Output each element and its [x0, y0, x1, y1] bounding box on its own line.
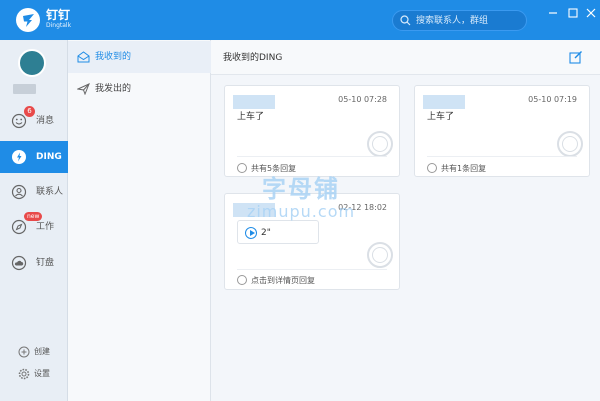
watermark-en: zimupu.com [246, 202, 356, 221]
sender-redacted [423, 95, 465, 109]
nav-label-drive: 钉盘 [36, 258, 55, 268]
search-placeholder: 搜索联系人，群组 [416, 16, 489, 26]
dingtalk-logo-icon [16, 8, 40, 32]
main-header: 我收到的DING [211, 40, 600, 75]
card-time: 05-10 07:28 [338, 95, 387, 104]
app-subtitle: Dingtalk [46, 22, 72, 29]
settings-label: 设置 [34, 369, 50, 378]
contacts-icon [11, 184, 27, 200]
nav-label-work: 工作 [36, 222, 55, 232]
play-icon[interactable] [245, 227, 257, 239]
minimize-icon[interactable] [546, 7, 560, 19]
send-icon [77, 83, 90, 95]
create-button[interactable]: 创建 [18, 345, 66, 359]
card-divider [427, 156, 577, 157]
messages-badge: 6 [24, 106, 35, 117]
maximize-icon[interactable] [566, 7, 580, 19]
card-time: 05-10 07:19 [528, 95, 577, 104]
search-input[interactable]: 搜索联系人，群组 [392, 10, 527, 31]
compose-icon[interactable] [569, 50, 583, 64]
ding-card[interactable]: 05-10 07:28 上车了 共有5条回复 [224, 85, 400, 177]
avatar[interactable] [18, 49, 46, 77]
nav-item-work[interactable]: new 工作 [0, 211, 68, 243]
ding-icon [12, 150, 26, 164]
search-icon [400, 15, 411, 26]
voice-message[interactable]: 2" [237, 220, 319, 244]
app-name: 钉钉 [46, 8, 71, 22]
reply-count[interactable]: 共有1条回复 [441, 163, 486, 174]
read-stamp-icon [367, 131, 393, 157]
inbox-icon [77, 51, 90, 63]
reply-count[interactable]: 共有5条回复 [251, 163, 296, 174]
smile-icon [11, 113, 27, 129]
nav-item-drive[interactable]: 钉盘 [0, 247, 68, 279]
reply-icon [237, 275, 247, 285]
sub-label-received: 我收到的 [95, 52, 132, 62]
ding-card[interactable]: 05-10 07:19 上车了 共有1条回复 [414, 85, 590, 177]
plus-circle-icon [18, 346, 30, 358]
sub-item-sent[interactable]: 我发出的 [68, 73, 211, 105]
cloud-icon [11, 255, 27, 271]
card-content: 上车了 [427, 112, 455, 122]
reply-icon [427, 163, 437, 173]
nav-item-messages[interactable]: 6 消息 [0, 105, 68, 137]
close-icon[interactable] [584, 7, 598, 19]
settings-button[interactable]: 设置 [18, 367, 66, 381]
voice-duration: 2" [261, 228, 271, 238]
reply-icon [237, 163, 247, 173]
watermark-cn: 字母铺 [262, 175, 340, 203]
nav-label-messages: 消息 [36, 116, 55, 126]
nav-label-contacts: 联系人 [36, 187, 64, 197]
work-new-badge: new [24, 212, 43, 221]
nav-item-contacts[interactable]: 联系人 [0, 176, 68, 208]
card-content: 上车了 [237, 112, 265, 122]
left-nav: 6 消息 DING 联系人 new 工作 钉盘 创建 设置 [0, 40, 68, 401]
read-stamp-icon [367, 242, 393, 268]
read-stamp-icon [557, 131, 583, 157]
sender-redacted [233, 95, 275, 109]
card-divider [237, 156, 387, 157]
nav-item-ding[interactable]: DING [0, 141, 68, 173]
create-label: 创建 [34, 347, 50, 356]
brand: 钉钉 Dingtalk [46, 8, 71, 30]
sub-nav: 我收到的 我发出的 [68, 40, 211, 401]
gear-icon [18, 368, 30, 380]
watermark: 字母铺 zimupu.com [240, 175, 362, 221]
card-divider [237, 269, 387, 270]
title-bar: 钉钉 Dingtalk 搜索联系人，群组 [0, 0, 600, 40]
username-redacted [13, 84, 36, 94]
nav-label-ding: DING [36, 152, 62, 162]
sub-item-received[interactable]: 我收到的 [68, 41, 211, 73]
sub-label-sent: 我发出的 [95, 84, 132, 94]
reply-hint[interactable]: 点击到详情页回复 [251, 275, 315, 286]
page-title: 我收到的DING [223, 53, 283, 63]
compass-icon [11, 219, 27, 235]
